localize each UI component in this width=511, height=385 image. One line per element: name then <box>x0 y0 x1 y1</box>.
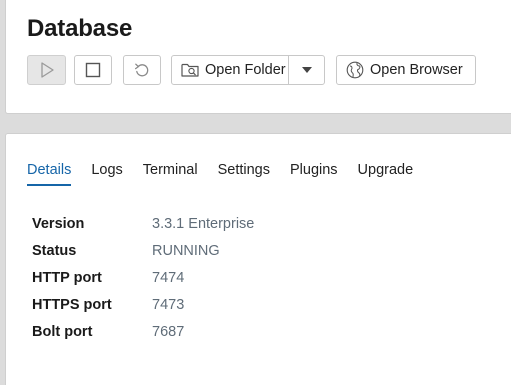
open-browser-label: Open Browser <box>370 62 463 78</box>
page-title: Database <box>27 15 133 42</box>
tab-logs[interactable]: Logs <box>91 162 122 186</box>
open-folder-label: Open Folder <box>205 62 286 78</box>
tab-settings[interactable]: Settings <box>218 162 270 186</box>
tab-plugins[interactable]: Plugins <box>290 162 338 186</box>
detail-row-https-port: HTTPS port 7473 <box>32 291 254 318</box>
play-icon <box>40 62 54 78</box>
caret-down-icon <box>301 67 312 73</box>
detail-key: Status <box>32 242 77 259</box>
open-browser-button[interactable]: Open Browser <box>336 55 476 85</box>
tab-upgrade[interactable]: Upgrade <box>358 162 414 186</box>
detail-row-status: Status RUNNING <box>32 237 254 264</box>
stop-icon <box>85 62 101 78</box>
database-details-card: Details Logs Terminal Settings Plugins U… <box>5 133 511 385</box>
detail-key: HTTP port <box>32 269 102 286</box>
detail-row-bolt-port: Bolt port 7687 <box>32 318 254 345</box>
folder-icon <box>181 63 199 77</box>
detail-key: Version <box>32 215 85 232</box>
database-header-card: Database Open Folder Open Browser <box>5 0 511 114</box>
globe-icon <box>346 61 364 79</box>
detail-key: HTTPS port <box>32 296 112 313</box>
restart-icon <box>134 63 149 77</box>
detail-value: 7474 <box>152 269 185 286</box>
open-folder-button[interactable]: Open Folder <box>172 56 289 84</box>
tab-bar: Details Logs Terminal Settings Plugins U… <box>27 162 433 188</box>
detail-value: 3.3.1 Enterprise <box>152 215 255 232</box>
tab-terminal[interactable]: Terminal <box>143 162 198 186</box>
detail-row-http-port: HTTP port 7474 <box>32 264 254 291</box>
detail-value: RUNNING <box>152 242 220 259</box>
start-button[interactable] <box>27 55 66 85</box>
open-folder-split-button: Open Folder <box>171 55 325 85</box>
stop-button[interactable] <box>74 55 112 85</box>
detail-value: 7687 <box>152 323 185 340</box>
restart-button[interactable] <box>123 55 161 85</box>
open-folder-dropdown-button[interactable] <box>289 56 324 84</box>
tab-details[interactable]: Details <box>27 162 72 186</box>
detail-row-version: Version 3.3.1 Enterprise <box>32 210 254 237</box>
details-list: Version 3.3.1 Enterprise Status RUNNING … <box>32 210 254 345</box>
detail-value: 7473 <box>152 296 185 313</box>
detail-key: Bolt port <box>32 323 93 340</box>
